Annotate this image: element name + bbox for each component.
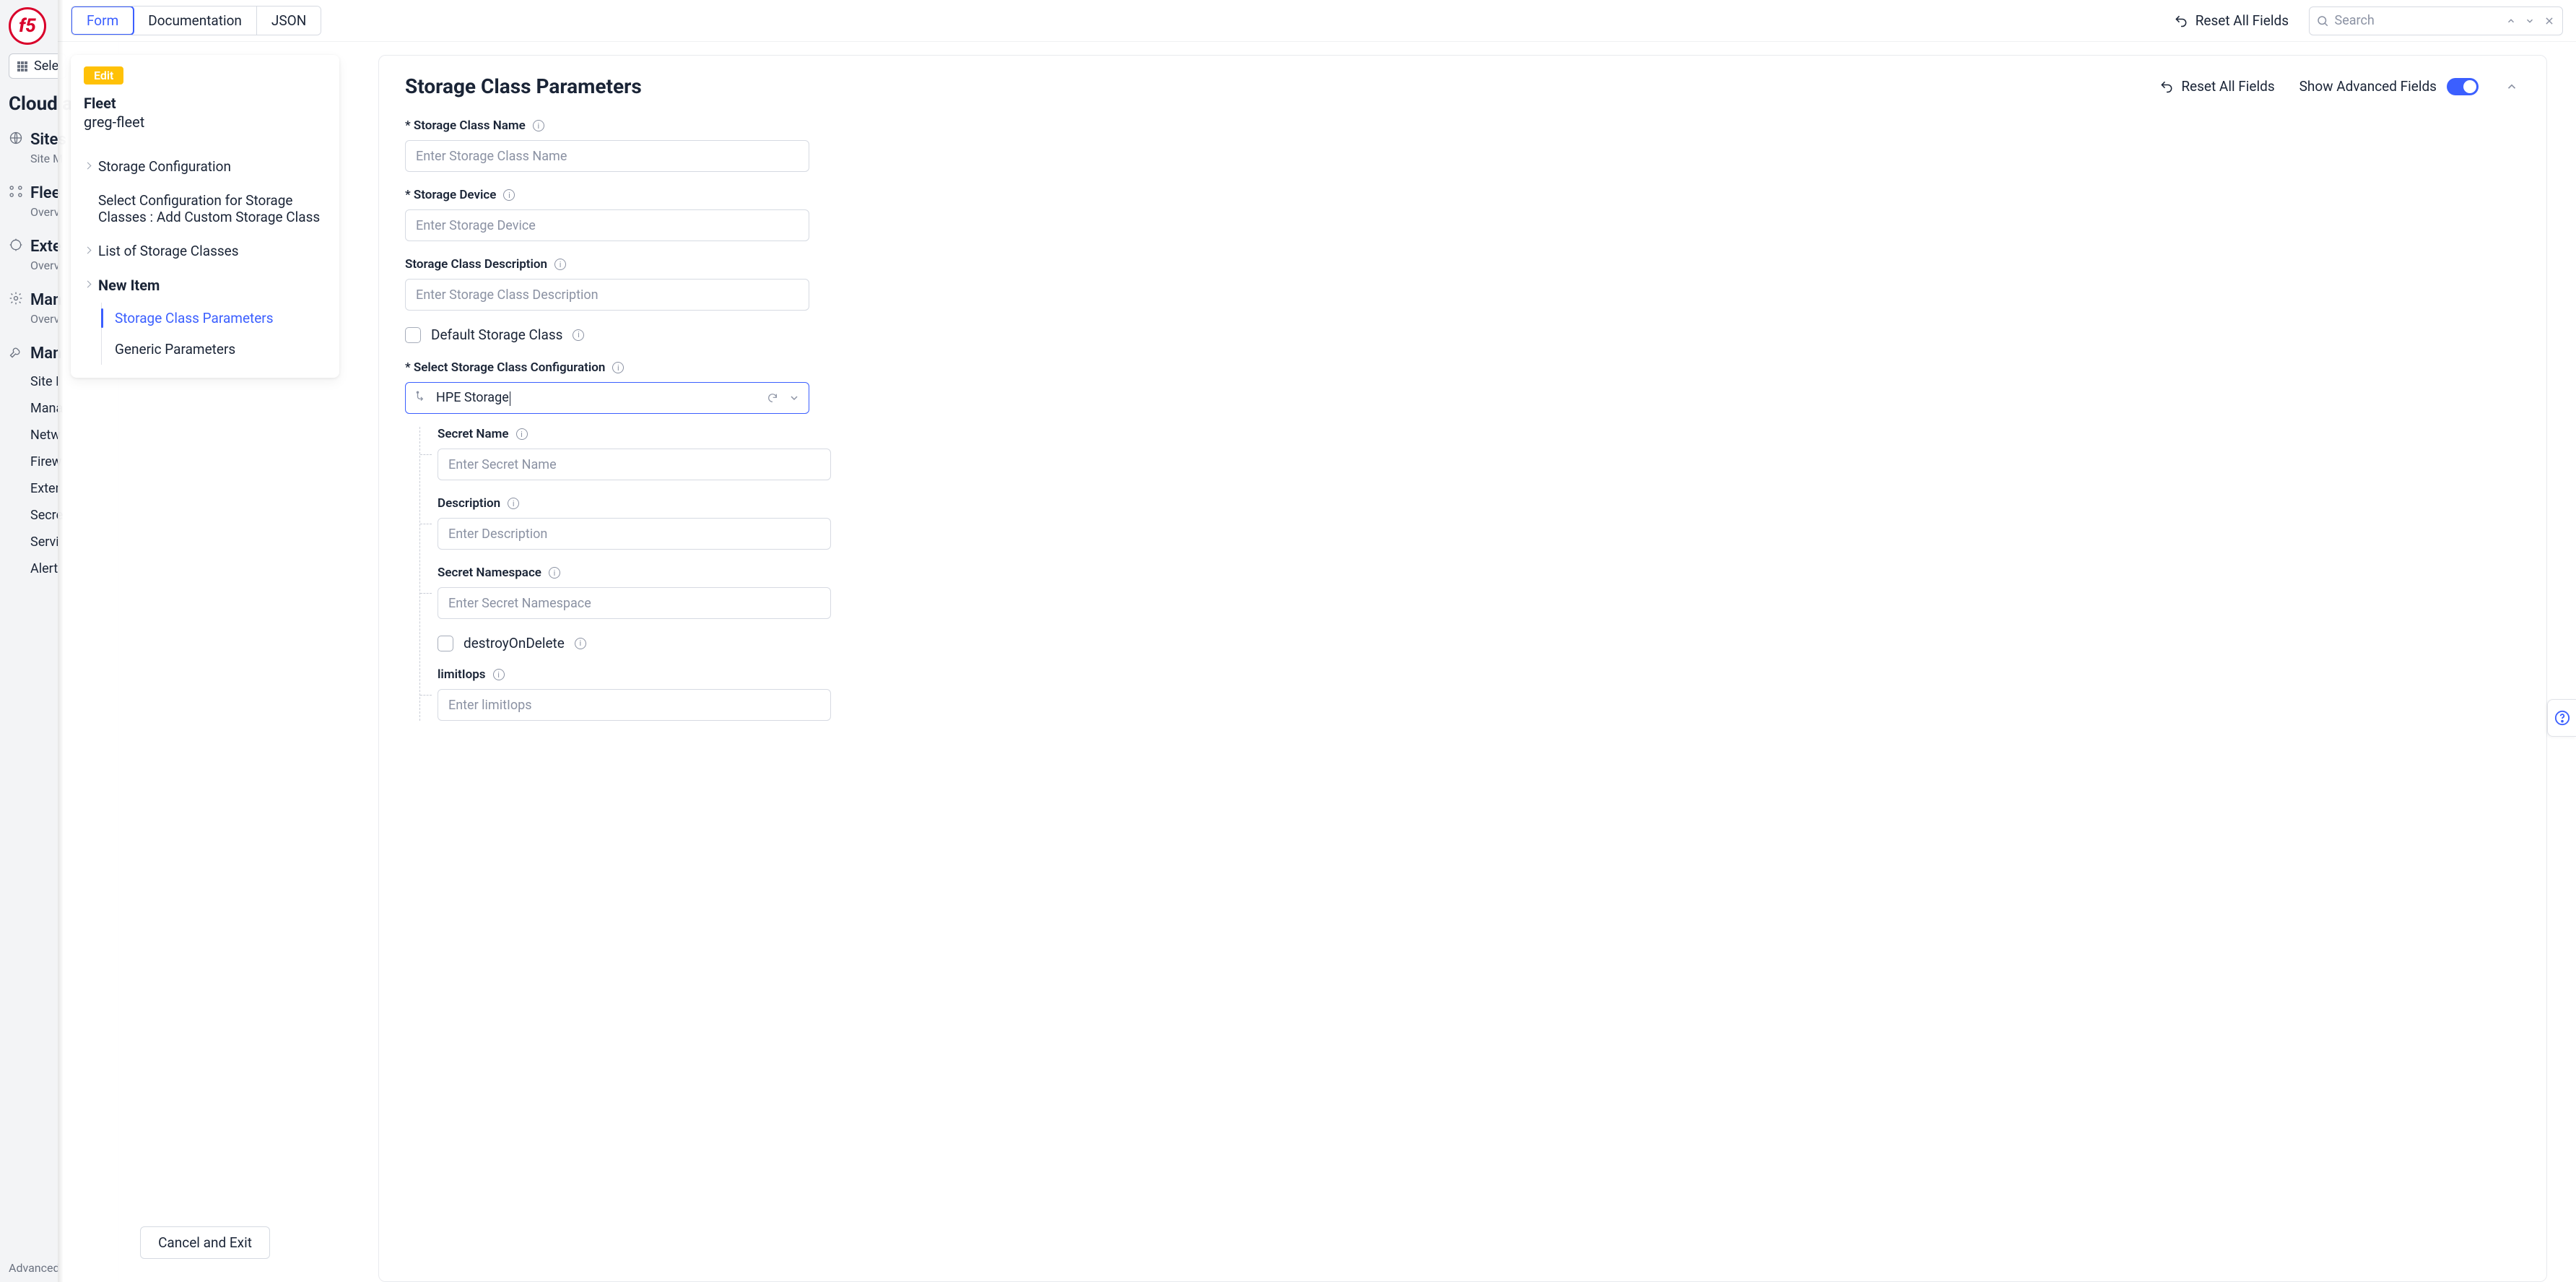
nodes-icon [9, 184, 23, 199]
field-destroy-on-delete: destroyOnDelete i [438, 635, 586, 651]
nested-config-block: Secret Name i Description i [419, 427, 831, 721]
checkbox-destroy-on-delete[interactable] [438, 636, 453, 651]
input-secret-namespace[interactable] [438, 587, 831, 619]
info-icon[interactable]: i [503, 189, 515, 201]
input-limit-iops[interactable] [438, 689, 831, 721]
info-icon[interactable]: i [575, 638, 586, 649]
reset-all-fields-top[interactable]: Reset All Fields [2174, 12, 2289, 29]
field-default-storage-class: Default Storage Class i [405, 326, 584, 343]
search-input[interactable] [2335, 13, 2499, 28]
input-storage-class-name[interactable] [405, 140, 809, 172]
search-icon [2315, 13, 2331, 29]
search-next-icon[interactable] [2523, 13, 2538, 29]
label-secret-namespace: Secret Namespace [438, 566, 541, 580]
checkbox-default-storage-class[interactable] [405, 327, 421, 343]
label-description: Description [438, 496, 500, 511]
info-icon[interactable]: i [554, 259, 566, 270]
tab-documentation[interactable]: Documentation [134, 7, 257, 35]
grid-icon [17, 61, 28, 72]
f5-logo: f5 [9, 7, 46, 45]
label-default-storage-class: Default Storage Class [431, 326, 562, 343]
fleet-name: greg-fleet [84, 113, 326, 131]
left-nav-card: Edit Fleet greg-fleet Storage Configurat… [71, 55, 339, 378]
search-prev-icon[interactable] [2504, 13, 2519, 29]
info-icon[interactable]: i [493, 669, 505, 680]
label-storage-class-description: Storage Class Description [405, 257, 547, 272]
show-advanced-fields: Show Advanced Fields [2299, 78, 2479, 95]
question-icon [2554, 710, 2570, 726]
target-icon [9, 238, 23, 252]
label-storage-class-name: * Storage Class Name [405, 118, 526, 133]
info-icon[interactable]: i [533, 120, 544, 131]
input-description[interactable] [438, 518, 831, 550]
info-icon[interactable]: i [508, 498, 519, 509]
gear-icon [9, 291, 23, 306]
tree-sub: Storage Class Parameters Generic Paramet… [101, 303, 326, 365]
tree-new-item[interactable]: New Item [84, 268, 326, 303]
modal-panel: Form Documentation JSON Reset All Fields [58, 0, 2576, 1282]
left-nav-panel: Edit Fleet greg-fleet Storage Configurat… [58, 42, 349, 1282]
tab-json[interactable]: JSON [257, 7, 321, 35]
tab-form[interactable]: Form [71, 6, 134, 35]
field-select-storage-class-config: * Select Storage Class Configuration i H… [405, 360, 831, 721]
branch-icon [414, 391, 429, 405]
info-icon[interactable]: i [573, 329, 584, 341]
tree-generic-parameters[interactable]: Generic Parameters [102, 334, 326, 365]
top-bar: Form Documentation JSON Reset All Fields [58, 0, 2576, 42]
field-limit-iops: limitIops i [438, 667, 831, 721]
search-clear-icon[interactable] [2542, 13, 2557, 29]
wrench-icon [9, 345, 23, 359]
bg-advanced-label: Advanced [9, 1261, 60, 1275]
help-floater[interactable] [2547, 699, 2576, 737]
input-storage-device[interactable] [405, 209, 809, 241]
advanced-toggle[interactable] [2447, 78, 2479, 95]
main-form-card: Storage Class Parameters Reset All Field… [378, 55, 2547, 1282]
tree-storage-configuration[interactable]: Storage Configuration [84, 150, 326, 183]
nav-tree: Storage Configuration Select Configurati… [84, 150, 326, 365]
label-storage-device: * Storage Device [405, 188, 496, 202]
collapse-section-icon[interactable] [2503, 78, 2520, 95]
label-secret-name: Secret Name [438, 427, 509, 441]
select-storage-class-config[interactable]: HPE Storage [405, 382, 809, 414]
fleet-type-label: Fleet [84, 95, 326, 112]
label-select-storage-class-config: * Select Storage Class Configuration [405, 360, 605, 375]
input-secret-name[interactable] [438, 449, 831, 480]
search-box [2309, 7, 2563, 35]
undo-icon [2159, 79, 2174, 94]
undo-icon [2174, 14, 2188, 28]
chevron-down-icon[interactable] [788, 392, 800, 404]
form-header: Storage Class Parameters Reset All Field… [405, 74, 2520, 98]
edit-badge: Edit [84, 66, 123, 85]
field-description: Description i [438, 496, 831, 550]
globe-icon [9, 131, 23, 145]
info-icon[interactable]: i [549, 567, 560, 579]
field-secret-name: Secret Name i [438, 427, 831, 480]
form-title: Storage Class Parameters [405, 74, 642, 98]
tree-storage-class-parameters[interactable]: Storage Class Parameters [102, 303, 326, 334]
info-icon[interactable]: i [612, 362, 624, 373]
field-storage-device: * Storage Device i [405, 188, 831, 241]
info-icon[interactable]: i [516, 428, 528, 440]
refresh-icon[interactable] [767, 392, 778, 404]
input-storage-class-description[interactable] [405, 279, 809, 311]
main-panel: Storage Class Parameters Reset All Field… [349, 42, 2576, 1282]
label-destroy-on-delete: destroyOnDelete [464, 635, 565, 651]
reset-all-fields-form[interactable]: Reset All Fields [2159, 78, 2274, 95]
cancel-and-exit-button[interactable]: Cancel and Exit [140, 1226, 270, 1259]
label-limit-iops: limitIops [438, 667, 486, 682]
field-storage-class-description: Storage Class Description i [405, 257, 831, 311]
tree-list-storage-classes[interactable]: List of Storage Classes [84, 234, 326, 268]
select-value: HPE Storage [436, 390, 760, 405]
view-segmented-control: Form Documentation JSON [71, 6, 321, 35]
field-storage-class-name: * Storage Class Name i [405, 118, 831, 172]
field-secret-namespace: Secret Namespace i [438, 566, 831, 619]
tree-select-config[interactable]: Select Configuration for Storage Classes… [84, 183, 326, 234]
